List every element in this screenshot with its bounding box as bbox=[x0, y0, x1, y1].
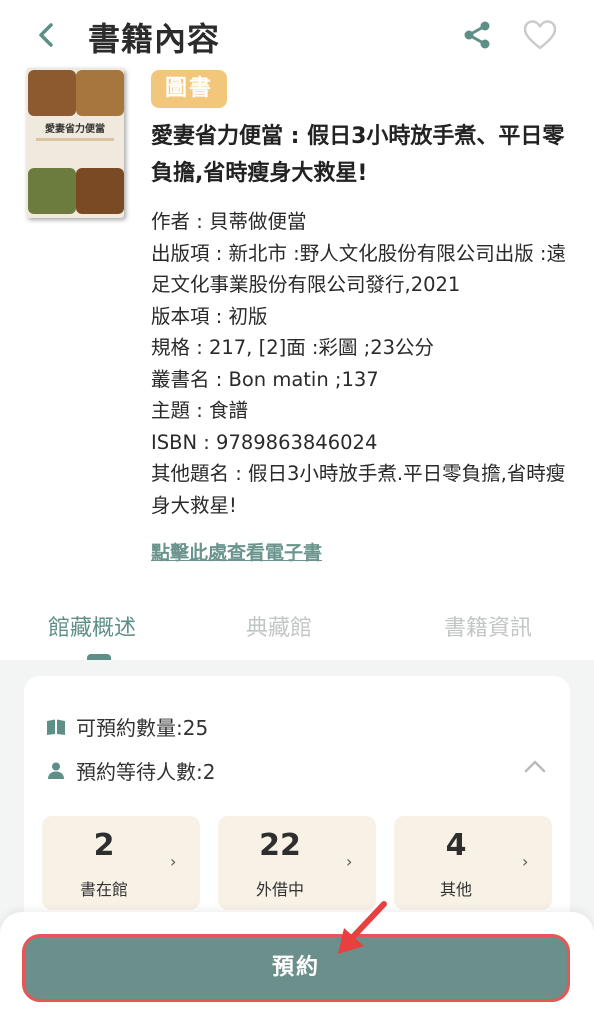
cover-food-photo bbox=[76, 168, 124, 214]
chevron-up-icon[interactable] bbox=[522, 756, 548, 776]
ebook-link[interactable]: 點擊此處查看電子書 bbox=[151, 538, 322, 565]
meta-subject: 主題 : 食譜 bbox=[151, 399, 248, 422]
book-type-badge: 圖書 bbox=[151, 70, 227, 108]
waiting-count: 預約等待人數:2 bbox=[76, 760, 216, 784]
app-header: 書籍內容 bbox=[0, 0, 594, 68]
other-count: 4 bbox=[445, 828, 467, 863]
arrow-annotation-icon bbox=[338, 901, 387, 954]
cover-divider bbox=[36, 138, 114, 141]
tab-holdings[interactable]: 典藏館 bbox=[246, 610, 312, 642]
chevron-right-icon: › bbox=[346, 852, 353, 871]
status-box-other[interactable]: 4 其他 › bbox=[394, 816, 552, 910]
tab-bar: 館藏概述 典藏館 書籍資訊 bbox=[0, 602, 594, 662]
meta-edition: 版本項 : 初版 bbox=[151, 304, 268, 328]
meta-author: 作者 : 貝蒂做便當 bbox=[151, 210, 307, 233]
person-icon bbox=[48, 762, 64, 779]
other-label: 其他 bbox=[439, 880, 472, 899]
book-icon bbox=[47, 719, 65, 735]
cover-food-photo bbox=[28, 168, 76, 214]
meta-isbn: ISBN : 9789863846024 bbox=[151, 430, 378, 454]
book-title: 愛妻省力便當 : 假日3小時放手煮、平日零負擔,省時瘦身大救星! bbox=[151, 124, 565, 186]
available-count-row: 可預約數量:25 bbox=[46, 712, 208, 741]
cover-food-photo bbox=[76, 70, 124, 116]
on-loan-count: 22 bbox=[259, 828, 301, 863]
tab-overview[interactable]: 館藏概述 bbox=[48, 610, 136, 642]
meta-series: 叢書名 : Bon matin ;137 bbox=[151, 367, 379, 391]
page-title: 書籍內容 bbox=[88, 20, 221, 58]
meta-publisher: 出版項 : 新北市 :野人文化股份有限公司出版 :遠足文化事業股份有限公司發行,… bbox=[151, 241, 567, 297]
on-loan-label: 外借中 bbox=[255, 880, 304, 899]
book-cover-image[interactable]: 愛妻省力便當 bbox=[26, 68, 124, 218]
reserve-button[interactable]: 預約 bbox=[22, 934, 570, 1002]
waiting-count-row: 預約等待人數:2 bbox=[46, 756, 215, 785]
chevron-right-icon: › bbox=[170, 852, 177, 871]
share-icon[interactable] bbox=[460, 18, 494, 52]
chevron-left-icon[interactable] bbox=[30, 18, 64, 52]
book-metadata: 作者 : 貝蒂做便當 出版項 : 新北市 :野人文化股份有限公司出版 :遠足文化… bbox=[151, 206, 571, 521]
in-library-label: 書在館 bbox=[79, 880, 128, 899]
cover-food-photo bbox=[28, 70, 76, 116]
heart-icon[interactable] bbox=[522, 18, 558, 52]
meta-other-title: 其他題名 : 假日3小時放手煮.平日零負擔,省時瘦身大救星! bbox=[151, 462, 566, 517]
status-box-on-loan[interactable]: 22 外借中 › bbox=[218, 816, 376, 910]
in-library-count: 2 bbox=[93, 828, 115, 863]
available-count: 可預約數量:25 bbox=[76, 716, 209, 740]
cover-title: 愛妻省力便當 bbox=[45, 124, 105, 135]
meta-format: 規格 : 217, [2]面 :彩圖 ;23公分 bbox=[151, 336, 435, 359]
tab-book-info[interactable]: 書籍資訊 bbox=[444, 610, 532, 642]
status-box-in-library[interactable]: 2 書在館 › bbox=[42, 816, 200, 910]
chevron-right-icon: › bbox=[522, 852, 529, 871]
